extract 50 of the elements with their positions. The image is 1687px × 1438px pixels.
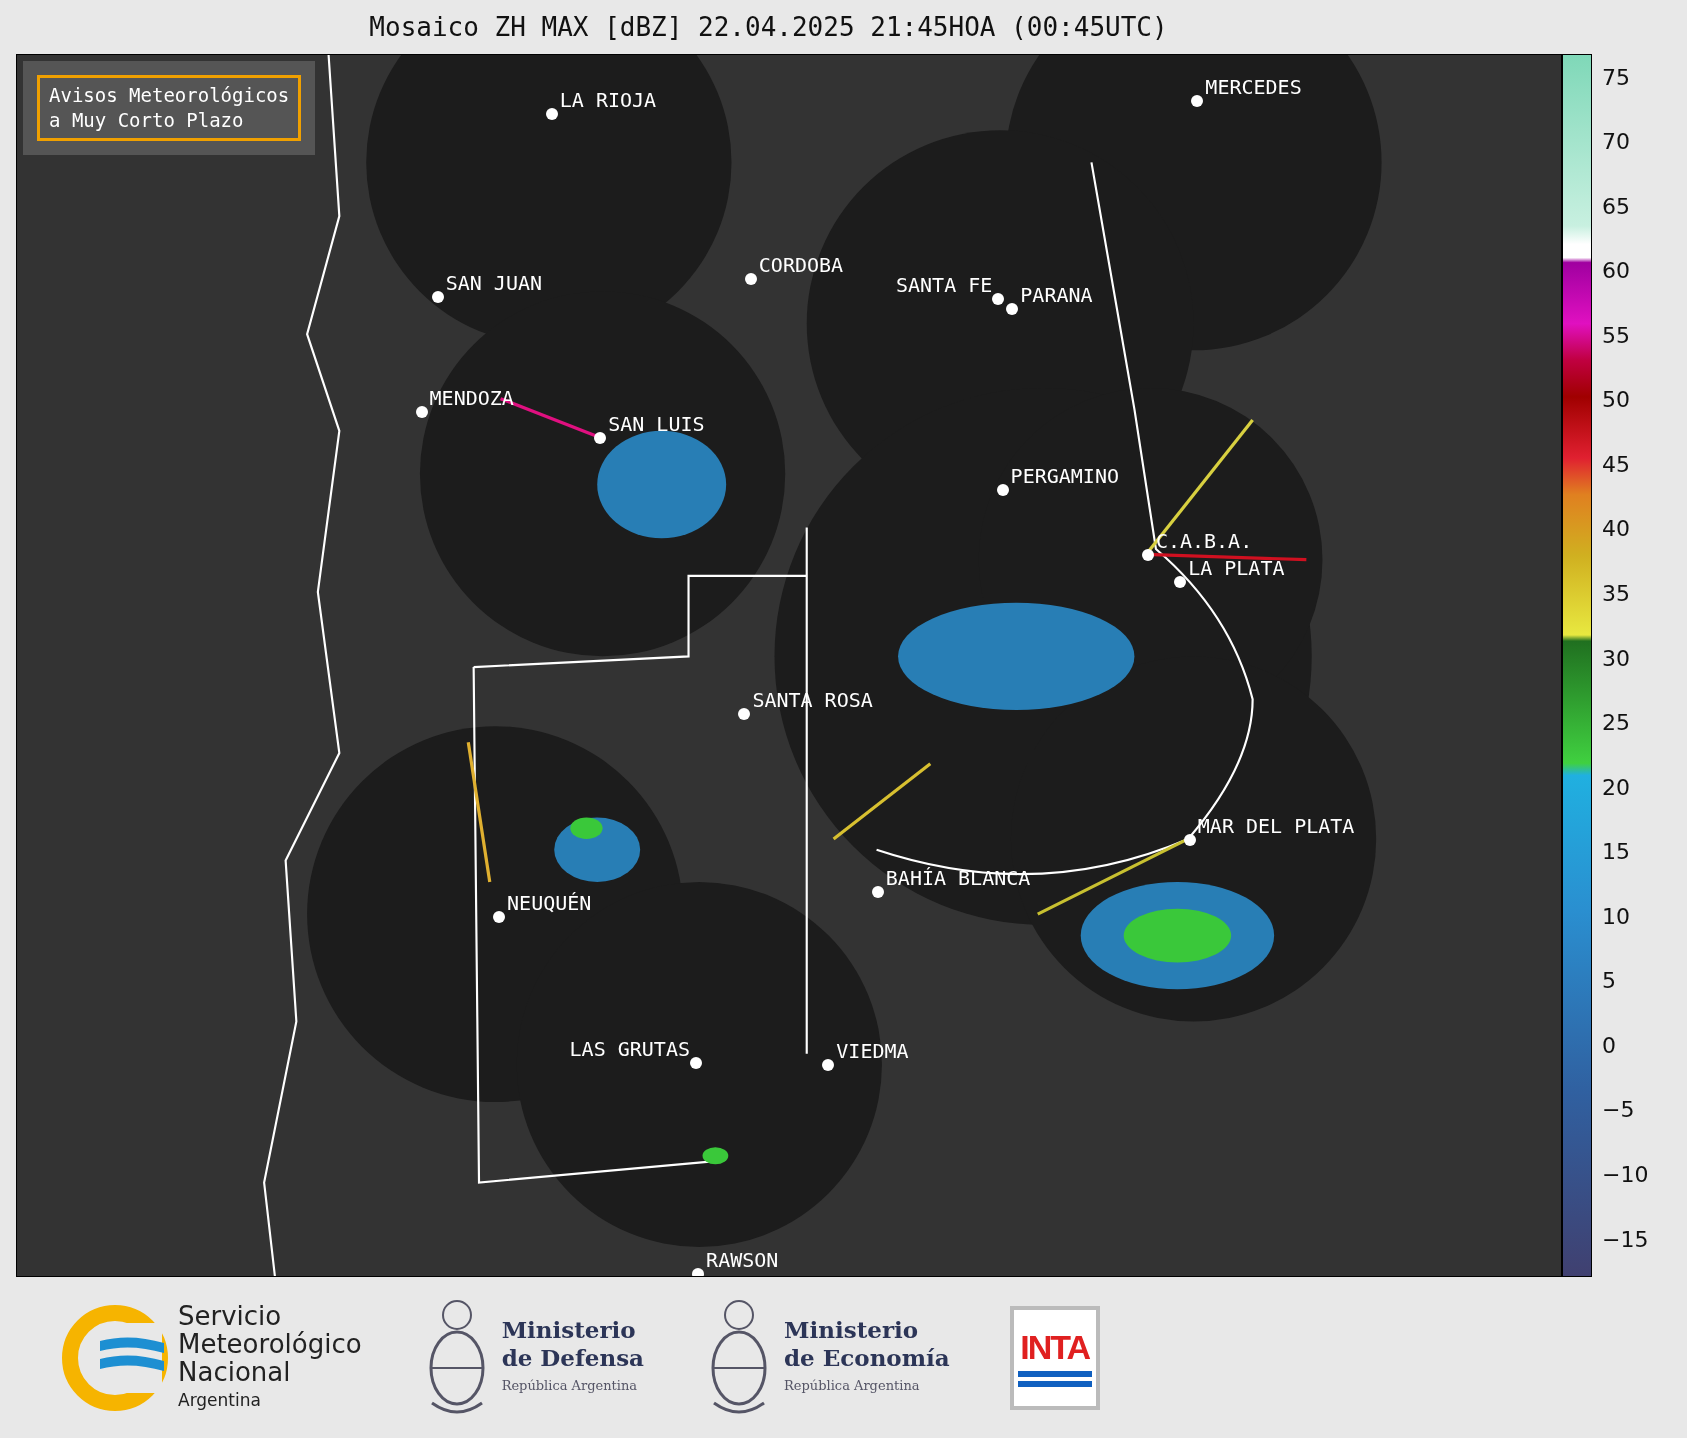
scale-tick-label: 15 [1601,839,1630,865]
city-label: RAWSON [706,1248,779,1273]
city-label: LAS GRUTAS [569,1037,690,1062]
scale-tick-label: 70 [1601,129,1630,155]
scale-tick-label: 60 [1601,258,1630,284]
logo-text: Servicio [178,1301,283,1330]
city-marker [692,1268,705,1276]
scale-tick-label: −15 [1601,1226,1649,1252]
smn-logo-icon [60,1302,170,1413]
city-label: SAN JUAN [445,271,543,296]
city-label: MENDOZA [429,386,514,411]
scale-tick-label: 10 [1601,903,1630,929]
city-label: C.A.B.A. [1155,529,1253,554]
chart-title: Mosaico ZH MAX [dBZ] 22.04.2025 21:45HOA (00:45UTC) [369,12,1168,42]
logo-text: Ministerio [784,1315,920,1344]
scale-tick-label: 55 [1601,322,1630,348]
logo-subtext: República Argentina [784,1376,921,1395]
logo-subtext: República Argentina [501,1376,639,1395]
city-label: MERCEDES [1205,75,1302,100]
scale-tick-label: 5 [1601,968,1616,994]
scale-tick-label: −10 [1601,1162,1649,1188]
city-label: NEUQUÉN [507,890,592,915]
scale-tick-label: 25 [1601,710,1630,736]
logo-text: de Defensa [501,1343,645,1372]
city-label: SAN LUIS [608,412,705,437]
inta-logo: INTA [1009,1305,1100,1410]
city-label: SANTA FE [896,273,993,298]
logo-text: de Economía [784,1343,950,1372]
warning-label: Avisos Meteorológicos a Muy Corto Plazo [23,61,316,155]
city-label: LA PLATA [1188,556,1285,581]
scale-tick-label: 40 [1601,516,1630,542]
city-label: LA RIOJA [559,88,657,113]
city-label: MAR DEL PLATA [1197,814,1355,839]
scale-tick-label: 45 [1601,451,1630,477]
scale-tick-label: −5 [1601,1097,1635,1123]
scale-tick-label: 50 [1601,387,1630,413]
scale-tick-label: 0 [1601,1032,1616,1058]
scale-tick-label: 65 [1601,193,1630,219]
logo-subtext: Argentina [178,1388,262,1412]
city-label: CORDOBA [758,252,844,277]
scale-tick-label: 30 [1601,645,1630,671]
scale-tick-label: 20 [1601,774,1630,800]
scale-tick-label: 75 [1601,64,1630,90]
city-label: PARANA [1020,282,1093,307]
logo-text: Ministerio [501,1315,637,1344]
city-label: VIEDMA [836,1039,909,1064]
city-label: PERGAMINO [1010,463,1119,488]
scale-tick-label: 35 [1601,581,1630,606]
logo-text: Nacional [178,1357,291,1386]
logo-text: Meteorológico [178,1329,362,1358]
